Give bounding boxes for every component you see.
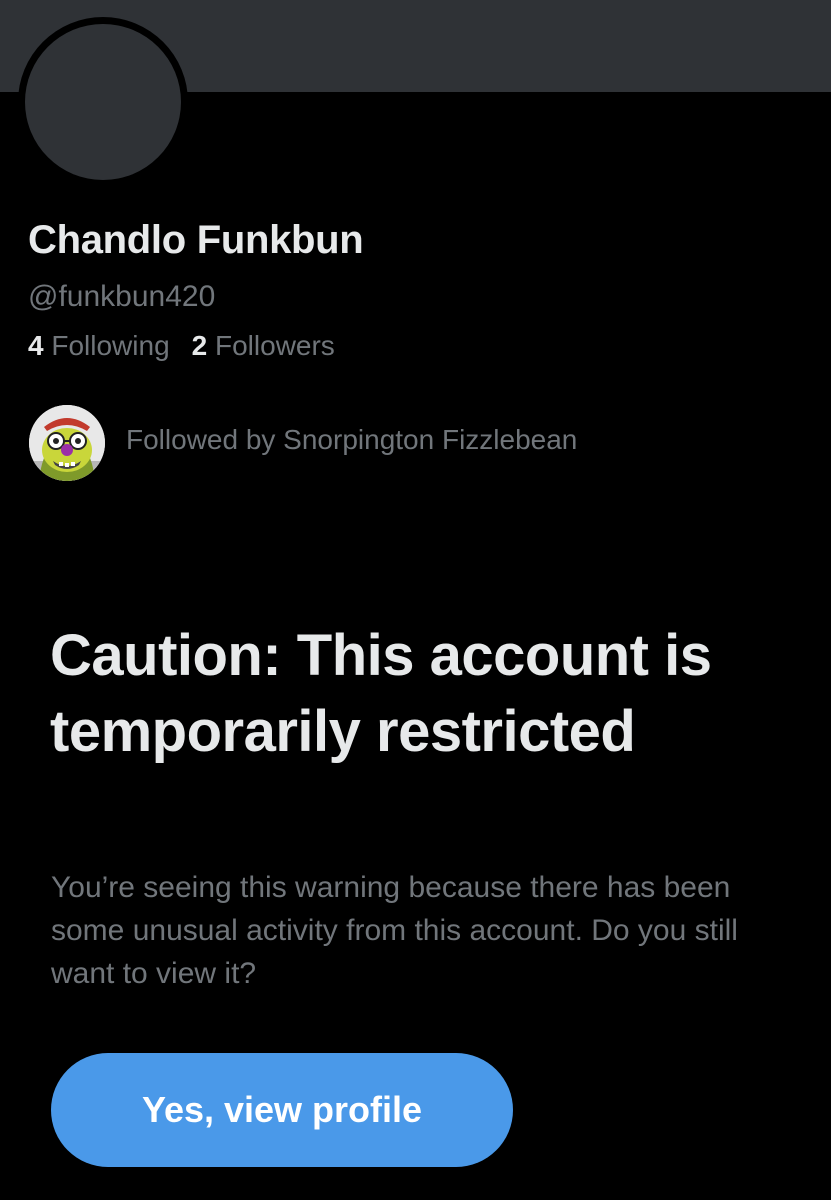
profile-display-name: Chandlo Funkbun — [28, 218, 364, 262]
following-count: 4 — [28, 330, 44, 361]
following-label: Following — [51, 330, 170, 361]
followers-label: Followers — [215, 330, 335, 361]
cartoon-character-avatar-icon — [29, 405, 105, 481]
followed-by-avatar[interactable] — [29, 405, 105, 481]
caution-title: Caution: This account is temporarily res… — [50, 623, 712, 764]
profile-handle: @funkbun420 — [28, 280, 216, 313]
caution-message: You’re seeing this warning because there… — [51, 871, 738, 990]
following-link[interactable]: 4 Following — [28, 330, 170, 361]
followers-link[interactable]: 2 Followers — [192, 330, 335, 361]
view-profile-button[interactable]: Yes, view profile — [51, 1053, 513, 1167]
restricted-profile-page: Chandlo Funkbun @funkbun420 4 Following 2… — [0, 0, 831, 1200]
followers-count: 2 — [191, 330, 208, 361]
followed-by-text[interactable]: Followed by Snorpington Fizzlebean — [126, 424, 577, 456]
profile-stats: 4 Following 2 Followers — [28, 330, 335, 362]
profile-avatar[interactable] — [25, 24, 181, 180]
